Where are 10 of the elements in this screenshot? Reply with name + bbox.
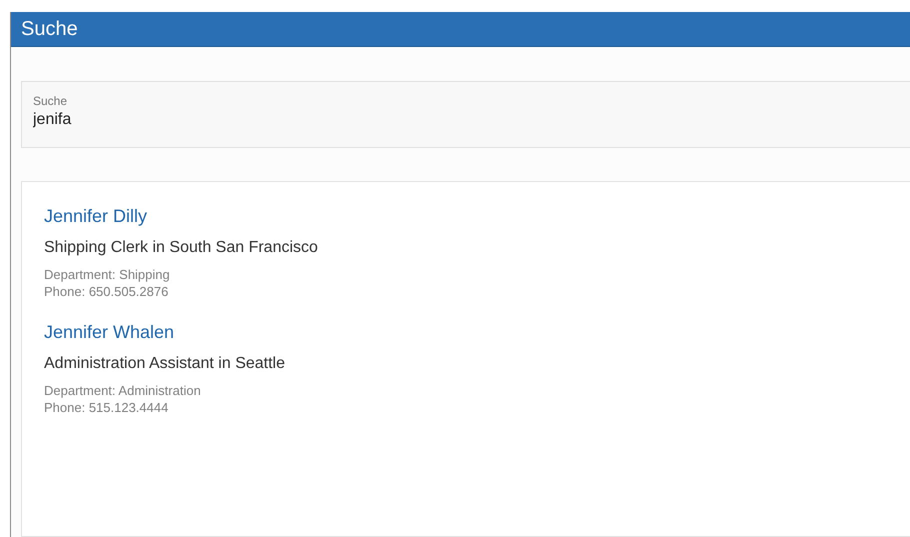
job-title: Shipping Clerk in South San Francisco (44, 239, 318, 257)
department-text: Department: Administration (44, 382, 201, 399)
page-title: Suche (21, 18, 78, 40)
employee-name-link[interactable]: Jennifer Dilly (44, 206, 148, 227)
field-label: Suche (33, 94, 68, 108)
employee-name-link[interactable]: Jennifer Whalen (44, 322, 174, 343)
phone-text: Phone: 515.123.4444 (44, 399, 168, 416)
phone-text: Phone: 650.505.2876 (44, 283, 168, 300)
department-text: Department: Shipping (44, 266, 170, 283)
job-title: Administration Assistant in Seattle (44, 355, 286, 373)
